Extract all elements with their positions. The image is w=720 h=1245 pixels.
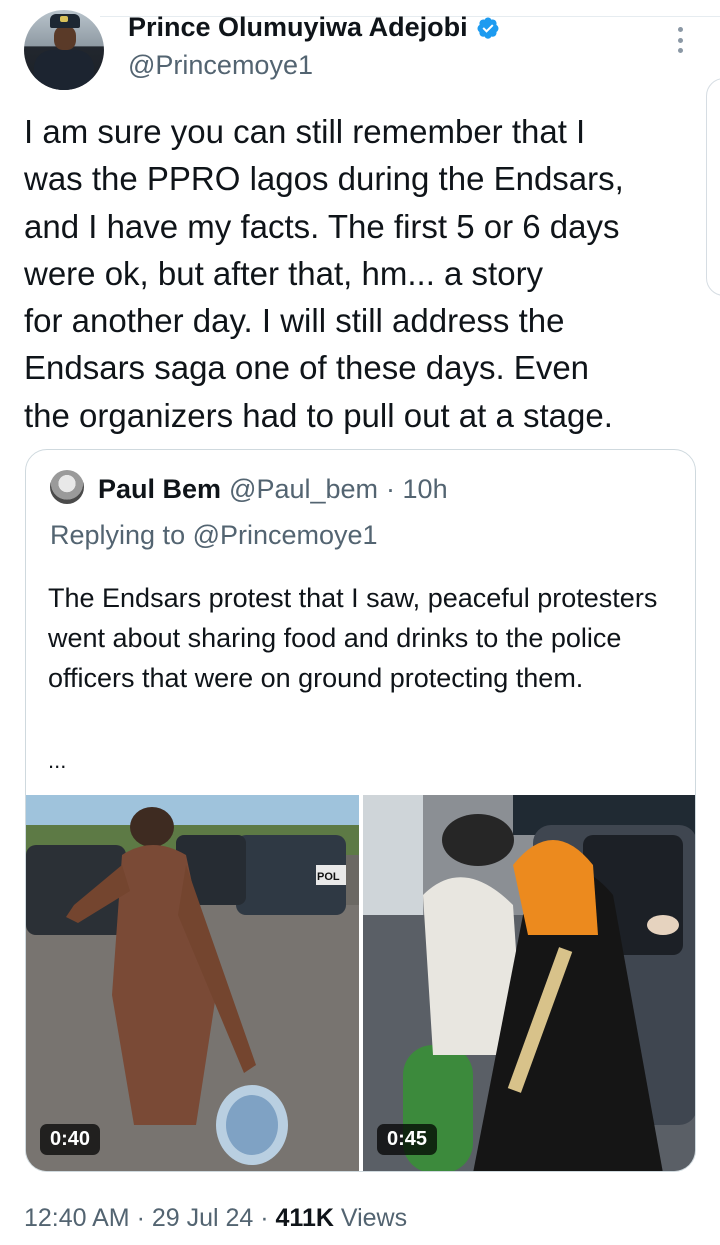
video-thumbnail-1[interactable]: POL 0:40 <box>26 795 359 1171</box>
video-scene-2 <box>363 795 695 1171</box>
video-duration-1: 0:40 <box>40 1124 101 1155</box>
author-name-row: Prince Olumuyiwa Adejobi <box>128 12 500 43</box>
video-scene-1: POL <box>26 795 359 1171</box>
views-count[interactable]: 411K <box>276 1204 334 1232</box>
replying-to: Replying to @Princemoye1 <box>50 520 378 550</box>
video-duration-2: 0:45 <box>377 1124 438 1155</box>
views-label: Views <box>333 1204 408 1232</box>
quoted-tweet-card[interactable]: Paul Bem @Paul_bem · 10h Replying to @Pr… <box>25 449 696 1172</box>
more-options-icon[interactable] <box>668 24 692 56</box>
verified-badge-icon[interactable] <box>476 16 500 40</box>
adjacent-panel-edge <box>706 78 720 296</box>
tweet-meta: 12:40 AM · 29 Jul 24 · 411K Views <box>24 1204 407 1233</box>
quote-time: · 10h <box>386 474 448 504</box>
quote-author-name: Paul Bem <box>98 474 222 504</box>
author-name[interactable]: Prince Olumuyiwa Adejobi <box>128 12 468 43</box>
quote-ellipsis: ... <box>48 748 67 773</box>
quote-author-avatar[interactable] <box>50 470 84 504</box>
quote-author-handle: @Paul_bem <box>229 474 379 504</box>
author-avatar[interactable] <box>24 10 104 90</box>
tweet-text: I am sure you can still remember that I … <box>24 113 624 434</box>
quote-text: The Endsars protest that I saw, peaceful… <box>48 583 658 693</box>
tweet-timestamp[interactable]: 12:40 AM · 29 Jul 24 · <box>24 1204 276 1232</box>
video-thumbnail-2[interactable]: 0:45 <box>363 795 695 1171</box>
author-handle[interactable]: @Princemoye1 <box>128 50 313 81</box>
quote-header: Paul Bem @Paul_bem · 10h <box>98 474 448 505</box>
vehicle-sign: POL <box>317 871 340 883</box>
tweet-detail-view: Prince Olumuyiwa Adejobi @Princemoye1 I … <box>0 0 720 1245</box>
